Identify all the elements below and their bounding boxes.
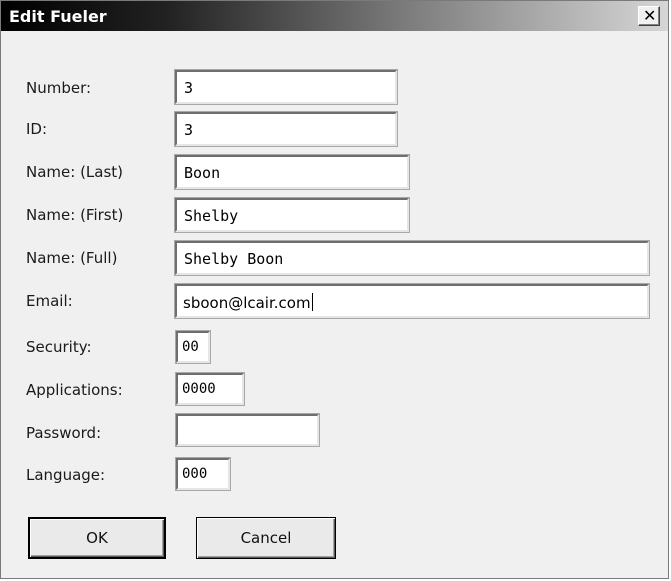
name-full-label: Name: (Full) xyxy=(26,249,118,267)
number-label: Number: xyxy=(26,79,92,97)
name-first-label: Name: (First) xyxy=(26,206,124,224)
name-last-label: Name: (Last) xyxy=(26,163,124,181)
id-label: ID: xyxy=(26,120,48,138)
id-field[interactable]: 3 xyxy=(174,111,398,147)
password-field[interactable] xyxy=(175,413,320,447)
dialog-title: Edit Fueler xyxy=(9,7,107,26)
applications-label: Applications: xyxy=(26,381,123,399)
language-label: Language: xyxy=(26,466,106,484)
security-field[interactable]: 00 xyxy=(175,330,211,364)
cancel-button[interactable]: Cancel xyxy=(196,517,336,559)
name-last-field[interactable]: Boon xyxy=(174,154,410,190)
password-label: Password: xyxy=(26,424,102,442)
ok-button[interactable]: OK xyxy=(28,517,166,559)
close-button[interactable]: ✕ xyxy=(638,6,660,26)
email-value: sboon@lcair.com xyxy=(183,294,311,312)
name-first-field[interactable]: Shelby xyxy=(174,197,410,233)
applications-field[interactable]: 0000 xyxy=(175,372,245,406)
edit-fueler-dialog: Edit Fueler ✕ Number: 3 ID: 3 Name: (Las… xyxy=(0,0,669,579)
title-bar[interactable]: Edit Fueler ✕ xyxy=(1,1,668,31)
email-field[interactable]: sboon@lcair.com xyxy=(174,283,650,319)
number-field[interactable]: 3 xyxy=(174,69,398,105)
security-label: Security: xyxy=(26,338,92,356)
close-icon: ✕ xyxy=(643,6,657,25)
email-label: Email: xyxy=(26,292,73,310)
text-cursor xyxy=(311,293,313,311)
name-full-field[interactable]: Shelby Boon xyxy=(174,240,650,276)
language-field[interactable]: 000 xyxy=(175,457,231,491)
